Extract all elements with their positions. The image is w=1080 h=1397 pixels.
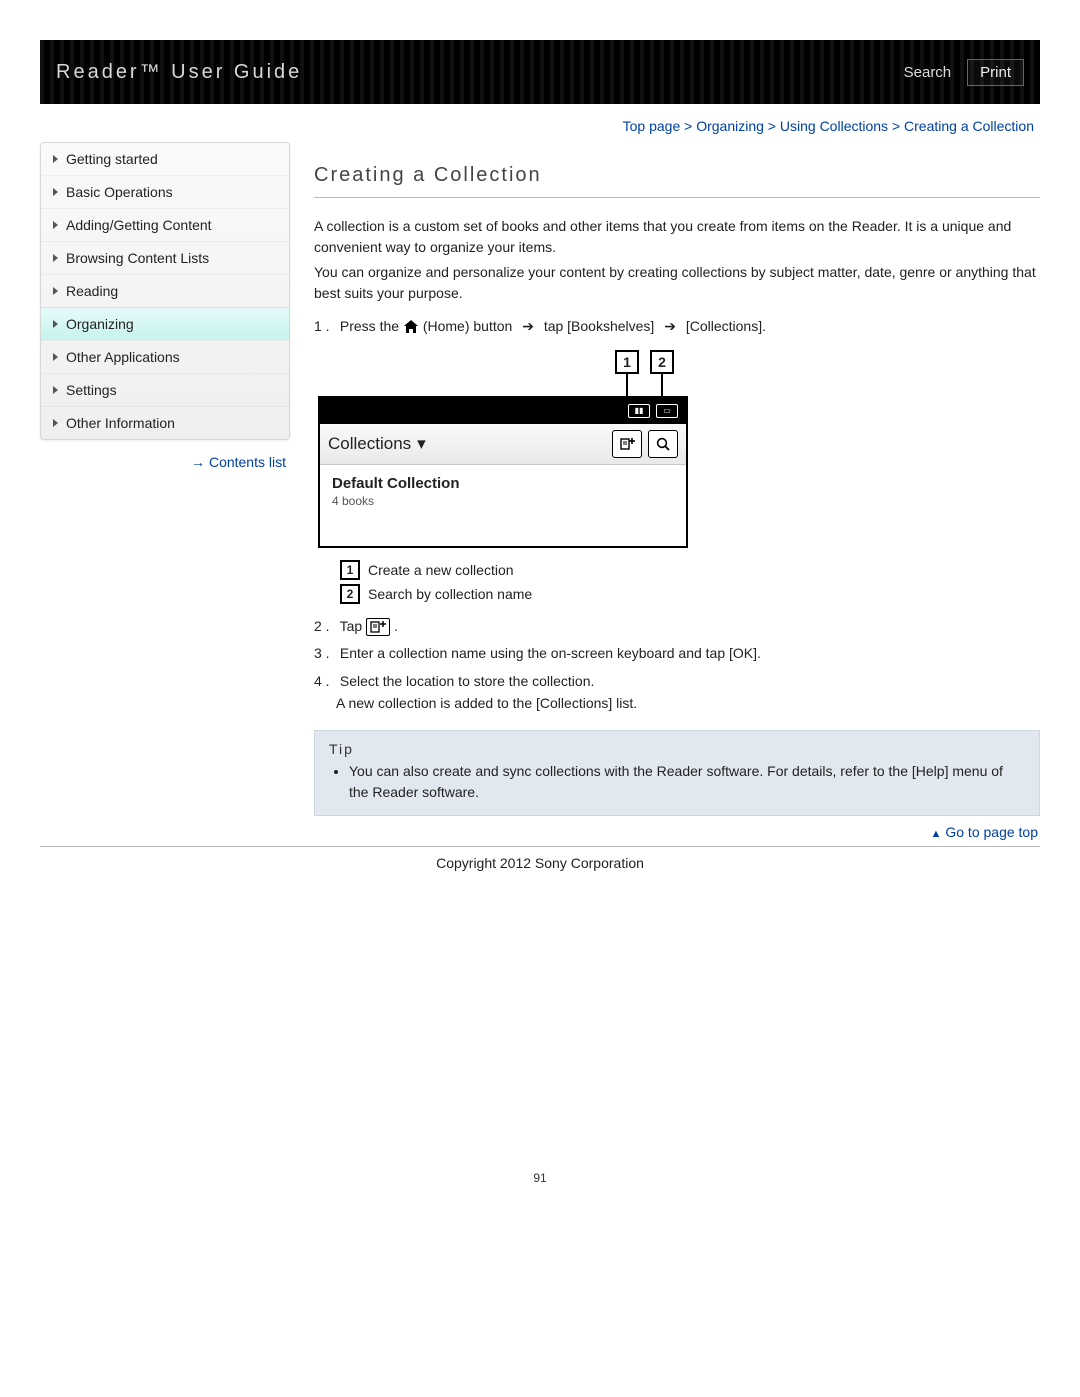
page-number: 91 xyxy=(40,1171,1040,1185)
sidebar-item-label: Getting started xyxy=(66,151,158,167)
breadcrumb-item[interactable]: Organizing xyxy=(696,118,764,134)
chevron-right-icon xyxy=(53,155,58,163)
sidebar-item-label: Other Information xyxy=(66,415,175,431)
device-mock: ▮▮ ▭ Collections ▾ xyxy=(318,396,688,548)
breadcrumb-item[interactable]: Creating a Collection xyxy=(904,118,1034,134)
search-button[interactable] xyxy=(648,430,678,458)
home-icon xyxy=(403,319,419,334)
signal-icon: ▮▮ xyxy=(628,404,650,418)
arrow-right-icon: → xyxy=(191,454,205,470)
chevron-right-icon xyxy=(53,287,58,295)
chevron-right-icon xyxy=(53,353,58,361)
up-triangle-icon: ▲ xyxy=(930,828,941,840)
breadcrumb-item[interactable]: Top page xyxy=(623,118,681,134)
device-list-item-title: Default Collection xyxy=(332,475,674,492)
header-bar: Reader™ User Guide Search Print xyxy=(40,40,1040,104)
sidebar-item-label: Reading xyxy=(66,283,118,299)
app-title: Reader™ User Guide xyxy=(56,61,302,84)
sidebar-item-label: Browsing Content Lists xyxy=(66,250,209,266)
battery-icon: ▭ xyxy=(656,404,678,418)
tip-text: You can also create and sync collections… xyxy=(349,761,1025,803)
print-button[interactable]: Print xyxy=(967,59,1024,86)
callout-1: 1 xyxy=(615,350,639,374)
contents-list-link[interactable]: →Contents list xyxy=(40,440,290,470)
breadcrumb-item[interactable]: Using Collections xyxy=(780,118,888,134)
intro-text: A collection is a custom set of books an… xyxy=(314,216,1040,304)
copyright-text: Copyright 2012 Sony Corporation xyxy=(40,847,1040,871)
figure-legend: 1 Create a new collection 2 Search by co… xyxy=(340,560,1040,604)
arrow-right-icon: ➔ xyxy=(664,318,676,334)
sidebar-item-reading[interactable]: Reading xyxy=(41,274,289,307)
search-link[interactable]: Search xyxy=(902,58,954,87)
breadcrumb: Top page > Organizing > Using Collection… xyxy=(40,104,1040,142)
sidebar-item-label: Organizing xyxy=(66,316,134,332)
sidebar-item-other-info[interactable]: Other Information xyxy=(41,406,289,439)
sidebar-item-label: Other Applications xyxy=(66,349,180,365)
step-2: 2 . Tap . xyxy=(314,616,1040,638)
chevron-right-icon xyxy=(53,221,58,229)
sidebar-item-label: Basic Operations xyxy=(66,184,173,200)
page-title: Creating a Collection xyxy=(314,142,1040,198)
step-1: 1 . Press the (Home) button ➔ tap [Books… xyxy=(314,316,1040,338)
legend-number: 2 xyxy=(340,584,360,604)
device-toolbar-title: Collections ▾ xyxy=(328,434,606,454)
sidebar-item-getting-started[interactable]: Getting started xyxy=(41,143,289,175)
new-collection-icon xyxy=(366,618,390,636)
chevron-down-icon: ▾ xyxy=(417,434,426,454)
tip-box: Tip You can also create and sync collect… xyxy=(314,730,1040,816)
sidebar-item-adding-content[interactable]: Adding/Getting Content xyxy=(41,208,289,241)
sidebar-item-other-apps[interactable]: Other Applications xyxy=(41,340,289,373)
legend-number: 1 xyxy=(340,560,360,580)
chevron-right-icon xyxy=(53,320,58,328)
device-status-bar: ▮▮ ▭ xyxy=(320,398,686,424)
device-list-item-sub: 4 books xyxy=(332,494,674,508)
sidebar-item-organizing[interactable]: Organizing xyxy=(41,307,289,340)
chevron-right-icon xyxy=(53,386,58,394)
go-to-top-link[interactable]: ▲Go to page top xyxy=(314,816,1040,846)
arrow-right-icon: ➔ xyxy=(522,318,534,334)
chevron-right-icon xyxy=(53,254,58,262)
sidebar-item-basic-operations[interactable]: Basic Operations xyxy=(41,175,289,208)
tip-title: Tip xyxy=(329,741,1025,757)
step-4: 4 . Select the location to store the col… xyxy=(314,671,1040,714)
legend-text: Create a new collection xyxy=(368,562,514,578)
legend-text: Search by collection name xyxy=(368,586,532,602)
sidebar-item-label: Settings xyxy=(66,382,117,398)
sidebar-nav: Getting started Basic Operations Adding/… xyxy=(40,142,290,440)
new-collection-button[interactable] xyxy=(612,430,642,458)
chevron-right-icon xyxy=(53,188,58,196)
chevron-right-icon xyxy=(53,419,58,427)
callout-2: 2 xyxy=(650,350,674,374)
sidebar-item-label: Adding/Getting Content xyxy=(66,217,212,233)
screenshot-figure: 1 2 ▮▮ ▭ Collections ▾ xyxy=(314,350,1040,548)
step-3: 3 . Enter a collection name using the on… xyxy=(314,643,1040,665)
sidebar-item-settings[interactable]: Settings xyxy=(41,373,289,406)
sidebar-item-browsing[interactable]: Browsing Content Lists xyxy=(41,241,289,274)
